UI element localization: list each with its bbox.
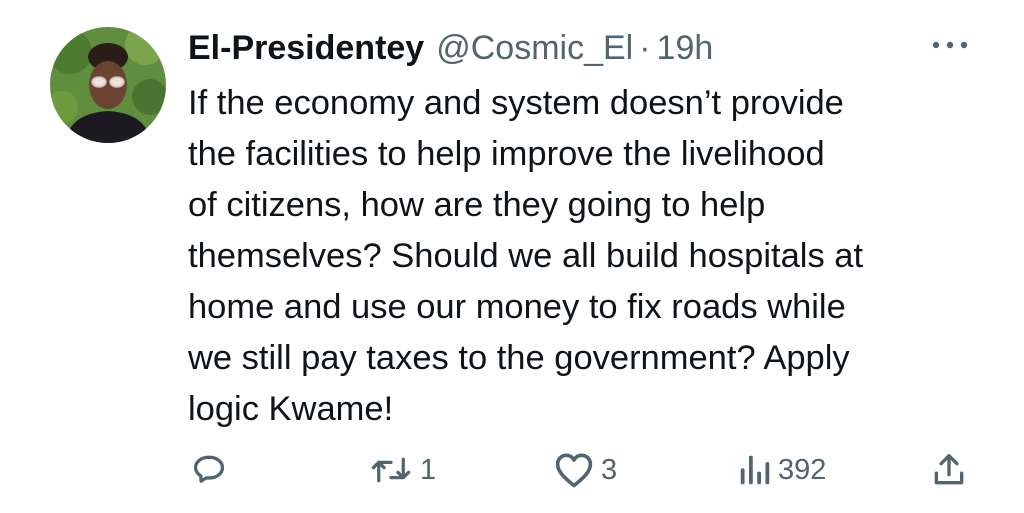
- more-icon[interactable]: [928, 30, 972, 60]
- tweet-text-line: we still pay taxes to the government? Ap…: [188, 339, 850, 377]
- avatar[interactable]: [50, 27, 166, 143]
- tweet-text-line: logic Kwame!: [188, 390, 394, 428]
- author-display-name[interactable]: El-Presidentey: [188, 29, 424, 68]
- views-icon: [738, 451, 772, 489]
- views-button[interactable]: 392: [738, 445, 826, 495]
- reply-button[interactable]: [190, 445, 228, 495]
- heart-icon: [553, 451, 595, 489]
- views-count: 392: [778, 453, 827, 486]
- tweet-header: El-Presidentey @Cosmic_El · 19h: [188, 26, 713, 70]
- like-count: 3: [601, 453, 618, 486]
- retweet-button[interactable]: 1: [368, 445, 436, 495]
- tweet-text-line: of citizens, how are they going to help: [188, 186, 766, 224]
- tweet-text: If the economy and system doesn’t provid…: [188, 78, 988, 435]
- reply-icon: [190, 451, 228, 489]
- action-bar: 1 3 392: [0, 445, 1024, 495]
- tweet[interactable]: El-Presidentey @Cosmic_El · 19h If the e…: [0, 0, 1024, 513]
- separator-dot: ·: [639, 28, 651, 67]
- retweet-icon: [368, 451, 414, 489]
- tweet-text-line: themselves? Should we all build hospital…: [188, 237, 864, 275]
- share-button[interactable]: [930, 445, 968, 495]
- tweet-text-line: the facilities to help improve the livel…: [188, 135, 825, 173]
- tweet-text-line: home and use our money to fix roads whil…: [188, 288, 846, 326]
- share-icon: [930, 451, 968, 489]
- retweet-count: 1: [420, 453, 437, 486]
- tweet-text-line: If the economy and system doesn’t provid…: [188, 84, 844, 122]
- tweet-timestamp[interactable]: 19h: [657, 29, 714, 68]
- author-handle[interactable]: @Cosmic_El: [436, 29, 633, 68]
- like-button[interactable]: 3: [553, 445, 617, 495]
